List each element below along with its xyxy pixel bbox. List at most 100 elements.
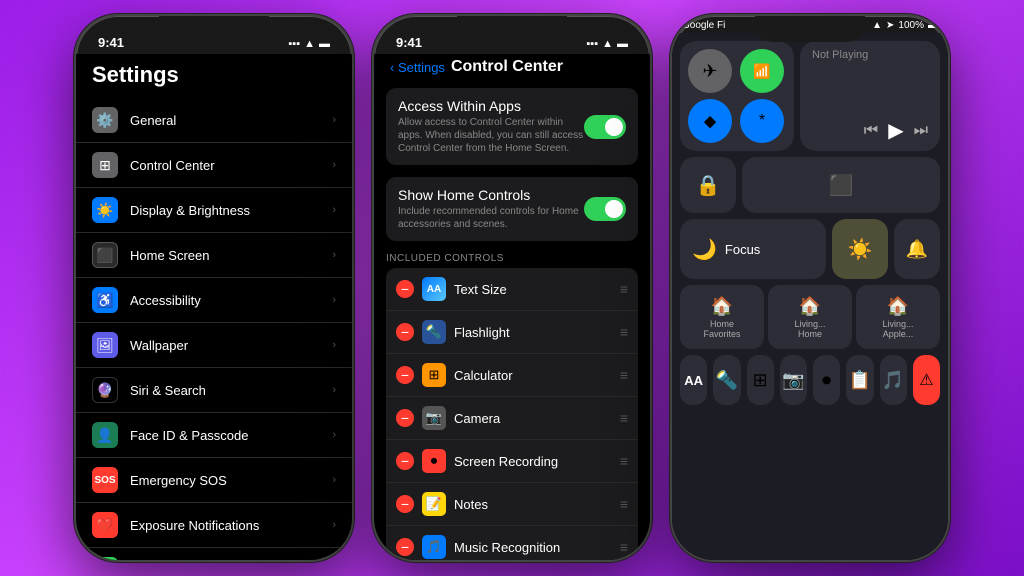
home-favorites-button[interactable]: 🏠 HomeFavorites — [680, 285, 764, 349]
drag-flashlight[interactable]: ≡ — [620, 324, 628, 340]
brightness-button[interactable]: ☀️ — [832, 219, 888, 279]
battery-icon-2: ▬ — [617, 38, 628, 50]
home-fav-label: HomeFavorites — [703, 319, 740, 339]
drag-calculator[interactable]: ≡ — [620, 367, 628, 383]
living-apple-label: Living...Apple... — [882, 319, 913, 339]
living-home-label: Living...Home — [794, 319, 825, 339]
play-button[interactable]: ▶ — [888, 118, 903, 143]
notes-icon: 📝 — [422, 492, 446, 516]
drag-notes[interactable]: ≡ — [620, 496, 628, 512]
not-playing-label: Not Playing — [812, 49, 928, 61]
settings-item-control-center[interactable]: ⊞ Control Center › — [76, 143, 352, 188]
cc-music-player: Not Playing ⏮ ▶ ⏭ — [800, 41, 940, 151]
remove-camera[interactable]: − — [396, 409, 414, 427]
living-apple-button[interactable]: 🏠 Living...Apple... — [856, 285, 940, 349]
remove-music-rec[interactable]: − — [396, 538, 414, 556]
display-icon: ☀️ — [92, 197, 118, 223]
settings-item-accessibility[interactable]: ♿ Accessibility › — [76, 278, 352, 323]
next-track-button[interactable]: ⏭ — [914, 122, 928, 140]
drag-text-size[interactable]: ≡ — [620, 281, 628, 297]
remove-text-size[interactable]: − — [396, 280, 414, 298]
control-music-recognition[interactable]: − 🎵 Music Recognition ≡ — [386, 526, 638, 560]
exposure-label: Exposure Notifications — [130, 518, 332, 533]
settings-item-wallpaper[interactable]: 🖼 Wallpaper › — [76, 323, 352, 368]
control-screen-recording[interactable]: − ⏺ Screen Recording ≡ — [386, 440, 638, 483]
drag-camera[interactable]: ≡ — [620, 410, 628, 426]
emergency-chevron: › — [332, 474, 336, 486]
control-calculator[interactable]: − ⊞ Calculator ≡ — [386, 354, 638, 397]
battery-icon: ▬ — [319, 38, 330, 50]
home-screen-label: Home Screen — [130, 248, 332, 263]
alert-cc-button[interactable]: ⚠ — [913, 355, 940, 405]
remove-notes[interactable]: − — [396, 495, 414, 513]
text-size-cc-button[interactable]: AA — [680, 355, 707, 405]
focus-label: Focus — [725, 242, 760, 257]
music-rec-icon: 🎵 — [422, 535, 446, 559]
access-within-apps-desc: Allow access to Control Center within ap… — [398, 116, 584, 155]
wifi-button[interactable]: ⬥ — [688, 99, 732, 143]
cc-controls-list: − AA Text Size ≡ − 🔦 Flashlight ≡ − ⊞ Ca… — [386, 268, 638, 560]
location-icon: ➤ — [886, 20, 894, 31]
flashlight-icon: 🔦 — [422, 320, 446, 344]
cc-settings-screen: ‹ Settings Control Center Access Within … — [374, 54, 650, 560]
living-home-icon: 🏠 — [799, 296, 821, 317]
settings-item-general[interactable]: ⚙️ General › — [76, 98, 352, 143]
general-icon: ⚙️ — [92, 107, 118, 133]
show-home-controls-section: Show Home Controls Include recommended c… — [386, 177, 638, 241]
remove-flashlight[interactable]: − — [396, 323, 414, 341]
settings-item-emergency[interactable]: SOS Emergency SOS › — [76, 458, 352, 503]
display-label: Display & Brightness — [130, 203, 332, 218]
settings-item-exposure[interactable]: ❤️ Exposure Notifications › — [76, 503, 352, 548]
calculator-cc-button[interactable]: ⊞ — [747, 355, 774, 405]
control-camera[interactable]: − 📷 Camera ≡ — [386, 397, 638, 440]
battery-icon-3: ▬ — [928, 20, 938, 31]
cc-ui-screen: ✈ 📶 ⬥ * Not Playing ⏮ ▶ ⏭ — [672, 33, 948, 560]
show-home-controls-toggle[interactable] — [584, 197, 626, 221]
camera-cc-button[interactable]: 📷 — [780, 355, 807, 405]
screen-mirror-button[interactable]: ⬛ — [742, 157, 940, 213]
living-home-button[interactable]: 🏠 Living...Home — [768, 285, 852, 349]
focus-button[interactable]: 🌙 Focus — [680, 219, 826, 279]
airplane-mode-button[interactable]: ✈ — [688, 49, 732, 93]
portrait-lock-button[interactable]: 🔒 — [680, 157, 736, 213]
camera-icon: 📷 — [422, 406, 446, 430]
calculator-label: Calculator — [454, 368, 620, 383]
living-apple-icon: 🏠 — [887, 296, 909, 317]
back-button[interactable]: ‹ Settings — [390, 60, 445, 75]
home-screen-icon: ⬛ — [92, 242, 118, 268]
access-within-apps-toggle[interactable] — [584, 115, 626, 139]
settings-item-home-screen[interactable]: ⬛ Home Screen › — [76, 233, 352, 278]
shazam-cc-button[interactable]: 🎵 — [880, 355, 907, 405]
bluetooth-button[interactable]: * — [740, 99, 784, 143]
record-cc-button[interactable]: ⏺ — [813, 355, 840, 405]
faceid-label: Face ID & Passcode — [130, 428, 332, 443]
general-chevron: › — [332, 114, 336, 126]
settings-item-siri[interactable]: 🔮 Siri & Search › — [76, 368, 352, 413]
mute-button[interactable]: 🔔 — [894, 219, 940, 279]
flashlight-cc-button[interactable]: 🔦 — [713, 355, 740, 405]
clipboard-cc-button[interactable]: 📋 — [846, 355, 873, 405]
general-label: General — [130, 113, 332, 128]
drag-music-rec[interactable]: ≡ — [620, 539, 628, 555]
accessibility-icon: ♿ — [92, 287, 118, 313]
settings-item-battery[interactable]: 🔋 Battery › — [76, 548, 352, 560]
remove-calculator[interactable]: − — [396, 366, 414, 384]
cellular-button[interactable]: 📶 — [740, 49, 784, 93]
remove-screen-recording[interactable]: − — [396, 452, 414, 470]
settings-title: Settings — [76, 54, 352, 98]
signal-icon: ▪▪▪ — [288, 38, 300, 50]
control-flashlight[interactable]: − 🔦 Flashlight ≡ — [386, 311, 638, 354]
cc-ui-content: ✈ 📶 ⬥ * Not Playing ⏮ ▶ ⏭ — [672, 33, 948, 560]
status-icons-2: ▪▪▪ ▲ ▬ — [586, 38, 628, 50]
battery-settings-icon: 🔋 — [92, 557, 118, 560]
emergency-label: Emergency SOS — [130, 473, 332, 488]
control-notes[interactable]: − 📝 Notes ≡ — [386, 483, 638, 526]
settings-item-faceid[interactable]: 👤 Face ID & Passcode › — [76, 413, 352, 458]
notch-3 — [755, 16, 865, 42]
control-text-size[interactable]: − AA Text Size ≡ — [386, 268, 638, 311]
drag-screen-rec[interactable]: ≡ — [620, 453, 628, 469]
show-home-controls-desc: Include recommended controls for Home ac… — [398, 205, 584, 231]
access-within-apps-row: Access Within Apps Allow access to Contr… — [398, 88, 626, 165]
prev-track-button[interactable]: ⏮ — [864, 122, 878, 140]
settings-item-display[interactable]: ☀️ Display & Brightness › — [76, 188, 352, 233]
